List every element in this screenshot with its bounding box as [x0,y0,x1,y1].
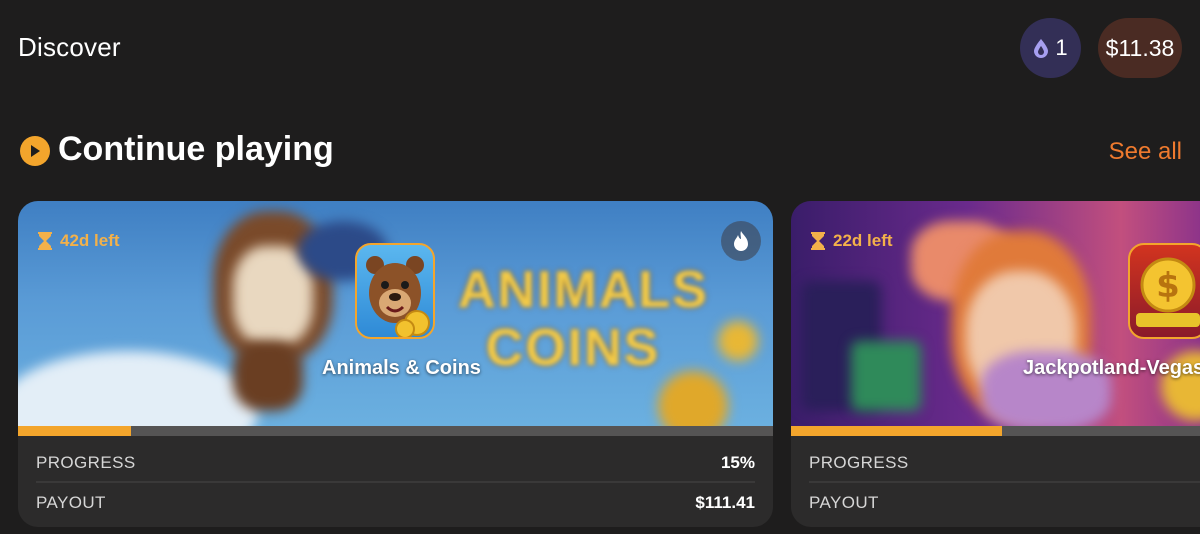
game-card[interactable]: ANIMALS COINS 42d left Animals & Coins P… [18,201,773,527]
page-title: Discover [18,32,121,62]
progress-bar [18,426,773,436]
balance-button[interactable]: $11.38 [1098,18,1182,78]
banner-logo-text: ANIMALS COINS [458,261,709,377]
game-banner: ANIMALS COINS 42d left Animals & Coins [18,201,773,426]
payout-label: PAYOUT [809,493,879,512]
progress-bar [791,426,1200,436]
hourglass-icon [38,232,52,250]
progress-bar-fill [18,426,132,436]
time-left: 22d left [811,231,893,251]
hourglass-icon [811,232,825,250]
progress-row: PROGRESS 15% [36,445,755,483]
bear-icon [366,256,430,337]
time-left-text: 42d left [60,231,120,250]
top-bar: Discover 1 $11.38 [0,0,1200,96]
level-badge-button[interactable]: 1 [1020,18,1081,78]
payout-row: PAYOUT $111.41 [36,485,755,521]
game-icon: $ [1128,243,1200,339]
balance-value: $11.38 [1105,34,1175,61]
game-icon [355,243,435,339]
see-all-link[interactable]: See all [1109,138,1182,166]
play-icon [20,136,50,166]
game-banner: 22d left $ Jackpotland-Vegas [791,201,1200,426]
jackpot-coin-icon: $ [1136,257,1200,327]
progress-row: PROGRESS [809,445,1200,483]
payout-row: PAYOUT [809,485,1200,521]
level-value: 1 [1055,35,1068,60]
droplet-icon [1034,39,1049,58]
game-card[interactable]: 22d left $ Jackpotland-Vegas PROGRESS PA… [791,201,1200,527]
game-title: Jackpotland-Vegas [1023,357,1200,379]
time-left: 42d left [38,231,120,251]
game-title: Animals & Coins [322,357,481,379]
section-title: Continue playing [58,130,334,168]
progress-value: 15% [720,453,755,472]
progress-bar-fill [791,426,1003,436]
payout-label: PAYOUT [36,493,106,512]
progress-label: PROGRESS [809,453,909,472]
progress-label: PROGRESS [36,453,136,472]
payout-value: $111.41 [695,493,755,512]
section-header: Continue playing See all [18,128,1182,176]
time-left-text: 22d left [833,231,893,250]
fire-icon [734,231,748,251]
svg-text:$: $ [1156,266,1180,306]
hot-badge [721,221,761,261]
